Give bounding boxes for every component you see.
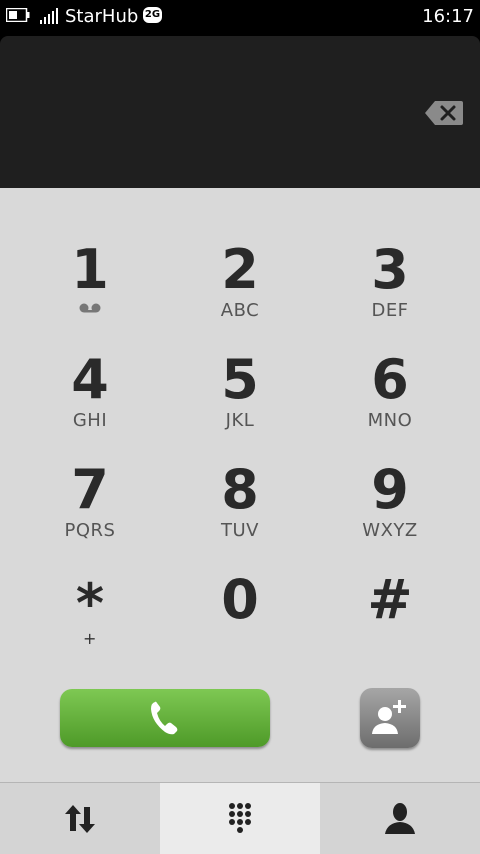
tab-call-log[interactable]	[0, 783, 160, 854]
network-type-badge: 2G	[143, 7, 162, 23]
key-digit: 8	[221, 458, 259, 521]
call-button[interactable]	[60, 689, 270, 747]
dialpad-icon	[229, 803, 251, 833]
key-digit: #	[367, 568, 413, 631]
key-letters: DEF	[371, 300, 409, 321]
voicemail-icon	[79, 303, 101, 313]
key-letters: PQRS	[64, 520, 116, 541]
key-digit: 9	[371, 458, 409, 521]
key-star[interactable]: * +	[15, 560, 165, 660]
key-letters: TUV	[221, 520, 259, 541]
call-log-arrows-icon	[65, 805, 95, 833]
key-digit: 1	[71, 238, 109, 301]
key-letters: MNO	[367, 410, 413, 431]
number-display[interactable]	[0, 36, 480, 188]
status-clock: 16:17	[422, 6, 474, 27]
key-0[interactable]: 0	[165, 560, 315, 660]
key-letters: JKL	[225, 410, 255, 431]
backspace-icon[interactable]	[425, 101, 463, 125]
signal-strength-icon	[40, 8, 58, 24]
carrier-name: StarHub	[65, 6, 139, 27]
key-letters: ABC	[220, 300, 260, 321]
key-4[interactable]: 4 GHI	[15, 340, 165, 440]
key-digit: 7	[71, 458, 109, 521]
key-letters: +	[83, 629, 97, 648]
key-digit: 6	[371, 348, 409, 411]
add-contact-icon	[372, 700, 406, 734]
key-digit: 4	[71, 348, 109, 411]
key-letters: GHI	[72, 410, 108, 431]
key-1[interactable]: 1	[15, 230, 165, 330]
bottom-navigation	[0, 782, 480, 854]
battery-icon	[6, 8, 30, 22]
key-2[interactable]: 2 ABC	[165, 230, 315, 330]
key-7[interactable]: 7 PQRS	[15, 450, 165, 550]
contacts-person-icon	[385, 803, 415, 834]
key-5[interactable]: 5 JKL	[165, 340, 315, 440]
key-digit: *	[75, 572, 105, 635]
tab-dialpad[interactable]	[160, 783, 320, 854]
key-8[interactable]: 8 TUV	[165, 450, 315, 550]
key-6[interactable]: 6 MNO	[315, 340, 465, 440]
status-bar: StarHub 2G 16:17	[0, 0, 480, 34]
phone-handset-icon	[151, 701, 178, 735]
tab-contacts[interactable]	[320, 783, 480, 854]
key-digit: 5	[221, 348, 259, 411]
key-hash[interactable]: #	[315, 560, 465, 660]
key-digit: 0	[221, 568, 259, 631]
add-contact-button[interactable]	[360, 688, 420, 748]
key-digit: 3	[371, 238, 409, 301]
key-digit: 2	[221, 238, 259, 301]
key-letters: WXYZ	[362, 520, 418, 541]
key-3[interactable]: 3 DEF	[315, 230, 465, 330]
key-9[interactable]: 9 WXYZ	[315, 450, 465, 550]
